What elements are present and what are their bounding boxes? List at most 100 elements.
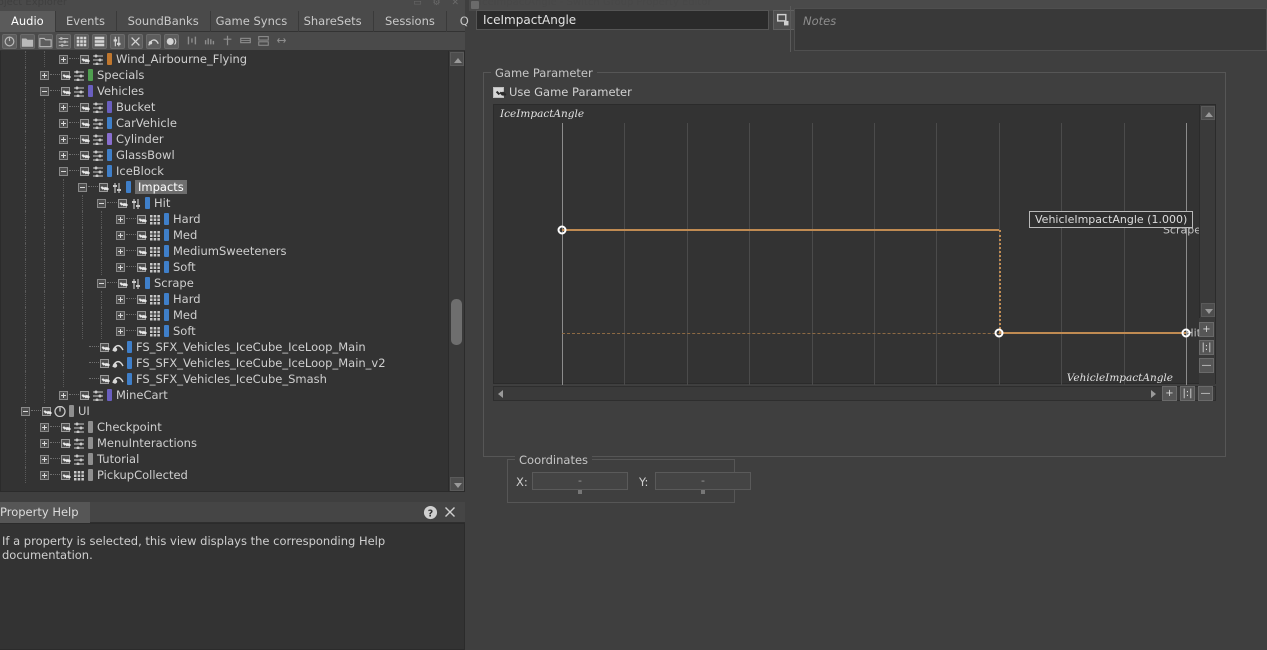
tree-item-checkbox[interactable] [100,374,109,384]
music-playlist-icon[interactable] [239,34,254,49]
tree-item-checkbox[interactable] [137,214,146,224]
curve-point[interactable] [994,328,1004,338]
sound-sfx-icon[interactable] [146,34,161,49]
tree-expander[interactable] [59,166,68,176]
question-icon[interactable]: ? [423,505,438,520]
tree-expander[interactable] [97,198,106,208]
tree-expander[interactable] [40,470,49,480]
tree-expander[interactable] [40,70,49,80]
tree-item-checkbox[interactable] [80,390,89,400]
tree-item-checkbox[interactable] [100,358,109,368]
inspector-icon[interactable] [773,10,795,30]
tree-item-tutorial[interactable]: Tutorial [1,451,449,467]
tree-item-med[interactable]: Med [1,227,449,243]
tree-expander[interactable] [21,406,30,416]
checkbox-box[interactable] [493,87,504,98]
tree-item-ui[interactable]: UI [1,403,449,419]
tree-item-checkbox[interactable] [80,118,89,128]
tab-soundbanks[interactable]: SoundBanks [117,11,211,32]
music-switch-icon[interactable] [221,34,236,49]
coordinate-y-field[interactable]: - [655,472,751,494]
graph-scroll-left-button[interactable] [496,388,508,399]
tree-expander[interactable] [40,438,49,448]
tree-expander[interactable] [116,294,125,304]
use-game-parameter-checkbox[interactable]: Use Game Parameter [493,85,632,99]
aux-bus-icon[interactable] [275,34,290,49]
curve-point[interactable] [1181,328,1191,338]
curve-graph[interactable]: NoneHitScrape0.00.10.20.30.40.50.60.70.8… [493,104,1216,385]
scroll-thumb[interactable] [451,299,462,345]
tree-item-hard[interactable]: Hard [1,211,449,227]
tree-item-checkbox[interactable] [61,422,70,432]
tab-audio[interactable]: Audio [0,11,56,32]
tree-item-checkbox[interactable] [99,182,108,192]
tree-expander[interactable] [116,310,125,320]
tree-expander[interactable] [59,134,68,144]
graph-zoom-out-button[interactable]: — [1199,358,1214,373]
curve-point[interactable] [557,225,567,235]
tree-expander[interactable] [116,230,125,240]
tree-item-checkbox[interactable] [80,166,89,176]
hscroll-zoom-out-button[interactable]: — [1198,386,1213,401]
tree-item-checkbox[interactable] [80,54,89,64]
bus-icon[interactable] [257,34,272,49]
tree-item-glassbowl[interactable]: GlassBowl [1,147,449,163]
hscroll-zoom-in-button[interactable]: + [1162,386,1177,401]
tree-item-checkbox[interactable] [137,262,146,272]
graph-vertical-scrollbar[interactable] [1199,105,1215,318]
graph-scroll-down-button[interactable] [1201,303,1215,317]
tree-item-vehicles[interactable]: Vehicles [1,83,449,99]
tree-item-checkbox[interactable] [137,310,146,320]
tree-expander[interactable] [59,118,68,128]
tree-item-soft[interactable]: Soft [1,323,449,339]
tree-item-bucket[interactable]: Bucket [1,99,449,115]
tree-expander[interactable] [40,454,49,464]
tree-expander[interactable] [59,102,68,112]
tree-expander[interactable] [59,390,68,400]
tree-item-checkbox[interactable] [80,150,89,160]
scroll-down-button[interactable] [450,477,464,491]
graph-horizontal-scrollbar[interactable]: + |:| — [493,386,1216,401]
tree-item-checkbox[interactable] [118,278,127,288]
scroll-up-button[interactable] [450,52,464,66]
tab-events[interactable]: Events [55,11,117,32]
project-tree[interactable]: Wind_Airbourne_Flying Specials Vehicles Buc… [0,51,465,492]
tree-item-checkbox[interactable] [137,326,146,336]
blend-container-icon[interactable] [92,34,107,49]
notes-field[interactable]: Notes [794,8,1267,51]
tree-item-checkpoint[interactable]: Checkpoint [1,419,449,435]
graph-zoom-fit-button[interactable]: |:| [1199,340,1214,355]
tree-item-checkbox[interactable] [137,230,146,240]
coordinate-x-field[interactable]: - [532,472,628,494]
new-folder-icon[interactable] [38,34,53,49]
coordinate-y-slider-nub[interactable] [701,490,705,494]
tree-item-menuinteractions[interactable]: MenuInteractions [1,435,449,451]
tree-item-mediumsweeteners[interactable]: MediumSweeteners [1,243,449,259]
tree-item-minecart[interactable]: MineCart [1,387,449,403]
hscroll-zoom-fit-button[interactable]: |:| [1180,386,1195,401]
tree-item-impacts[interactable]: Impacts [1,179,449,195]
tab-sessions[interactable]: Sessions [374,11,447,32]
tree-item-checkbox[interactable] [61,454,70,464]
tree-item-soft[interactable]: Soft [1,259,449,275]
graph-scroll-right-button[interactable] [1147,388,1159,399]
tree-expander[interactable] [97,278,106,288]
tree-item-specials[interactable]: Specials [1,67,449,83]
tree-item-scrape[interactable]: Scrape [1,275,449,291]
tree-item-fs-sfx-vehicles-icecube-iceloop-main[interactable]: FS_SFX_Vehicles_IceCube_IceLoop_Main [1,339,449,355]
tree-item-fs-sfx-vehicles-icecube-iceloop-main-v2[interactable]: FS_SFX_Vehicles_IceCube_IceLoop_Main_v2 [1,355,449,371]
tree-item-checkbox[interactable] [100,342,109,352]
switch-container-icon[interactable] [110,34,125,49]
tree-item-checkbox[interactable] [137,294,146,304]
tree-item-hit[interactable]: Hit [1,195,449,211]
undo-icon[interactable] [2,34,17,49]
curve-plot-area[interactable]: NoneHitScrape0.00.10.20.30.40.50.60.70.8… [494,105,1201,385]
folder-icon[interactable] [20,34,35,49]
sound-voice-icon[interactable] [164,34,179,49]
music-segment-icon[interactable] [185,34,200,49]
sound-object-icon[interactable] [56,34,71,49]
tree-expander[interactable] [59,54,68,64]
tab-game-syncs[interactable]: Game Syncs [205,11,300,32]
tree-item-checkbox[interactable] [61,86,70,96]
coordinate-x-slider-nub[interactable] [578,490,582,494]
